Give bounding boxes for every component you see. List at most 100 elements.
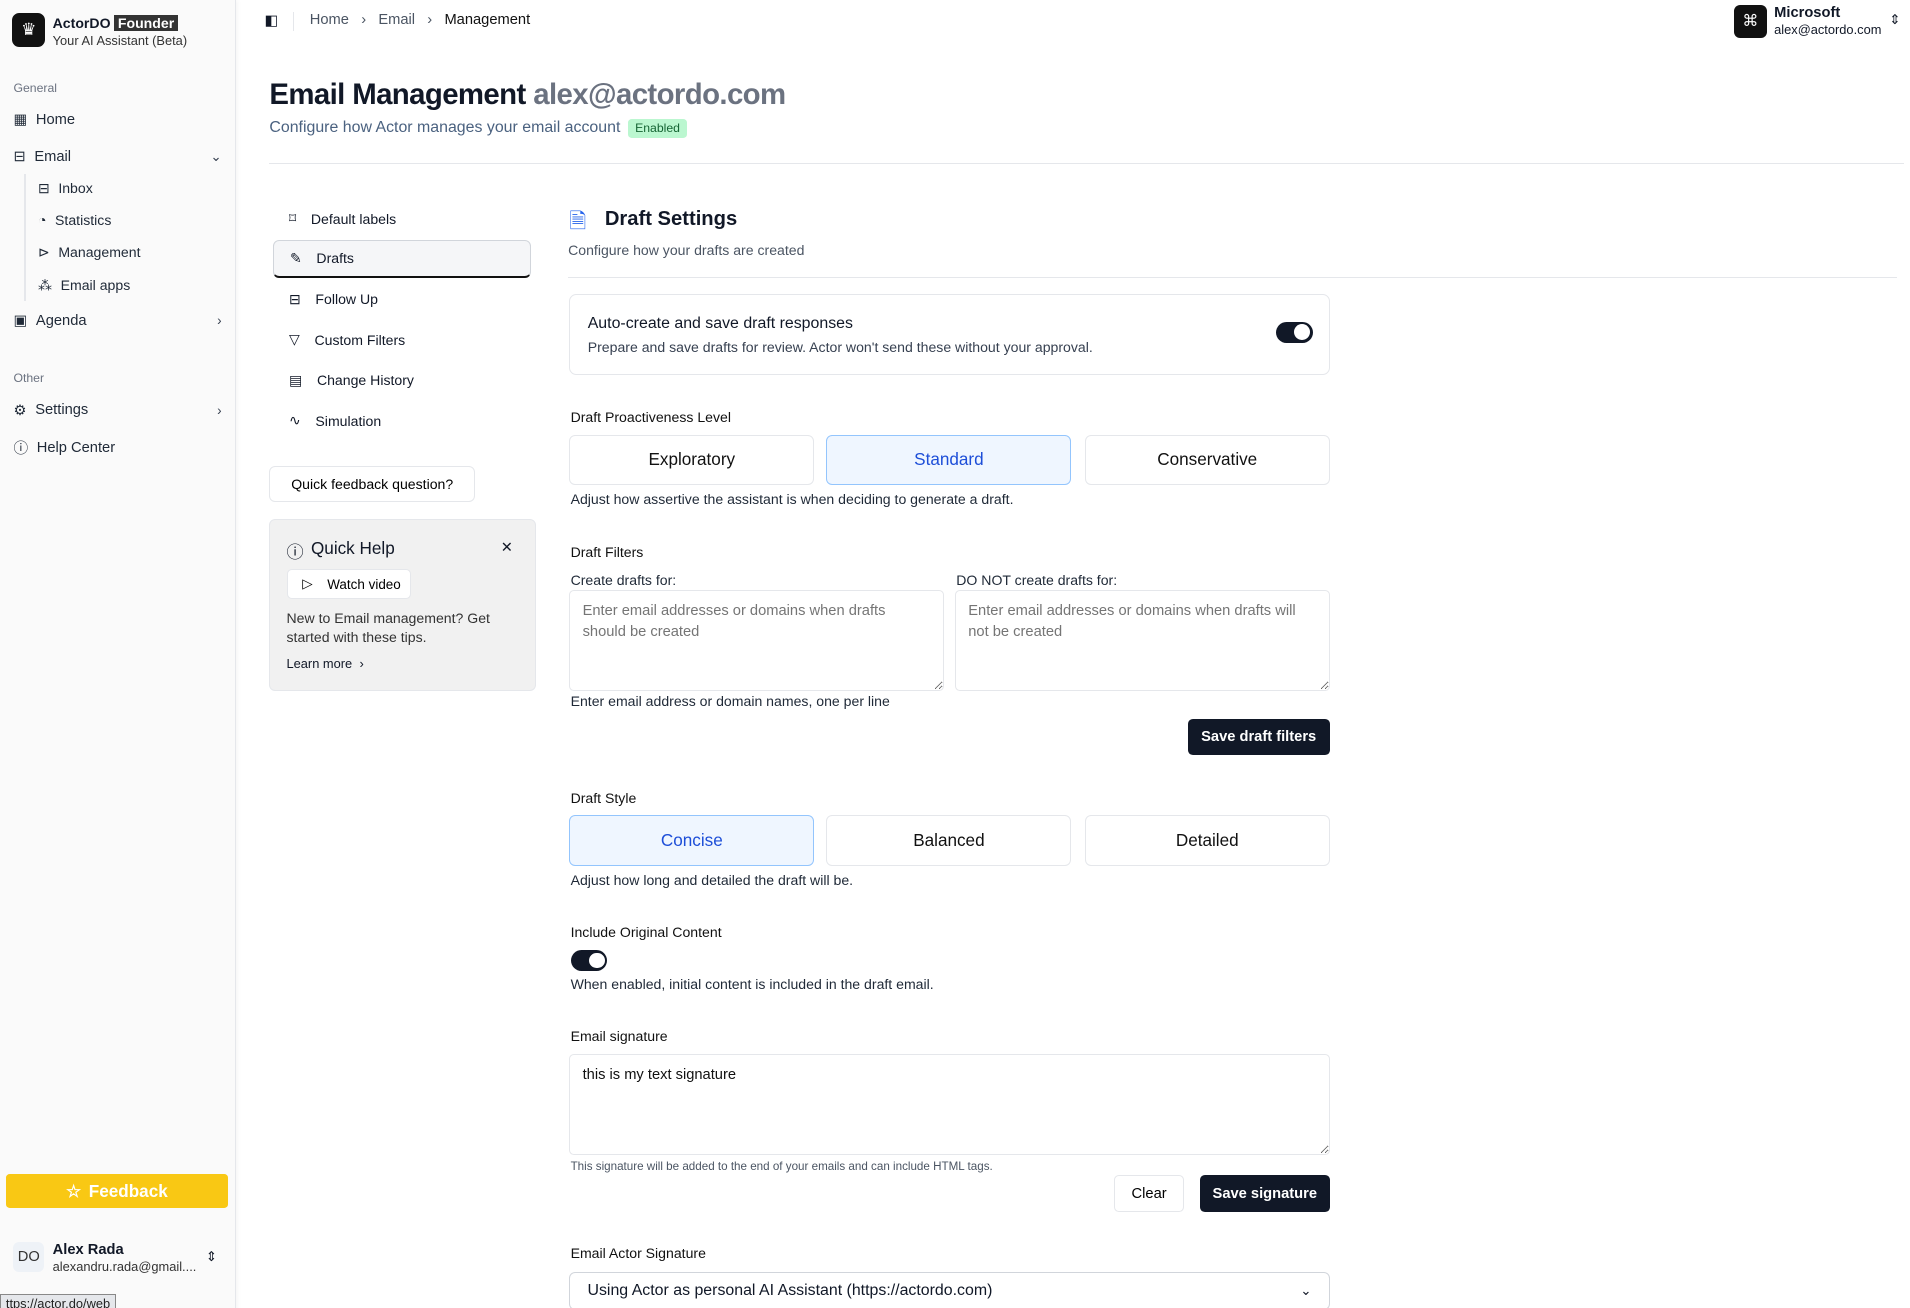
command-icon[interactable]: ⌘ bbox=[1733, 4, 1767, 38]
chevron-down-icon: ⌄ bbox=[1300, 1283, 1312, 1299]
page-title: Email Management alex@actordo.com bbox=[269, 78, 786, 112]
sidebar-item-settings[interactable]: ⚙ Settings › bbox=[13, 402, 221, 419]
plan-badge: Founder bbox=[114, 14, 178, 31]
label: Custom Filters bbox=[314, 331, 406, 348]
sidebar-item-home[interactable]: ▦ Home bbox=[13, 111, 221, 129]
settings-nav-simulation[interactable]: ∿ Simulation bbox=[273, 402, 531, 440]
not-create-drafts-input[interactable] bbox=[955, 590, 1330, 691]
feedback-button[interactable]: ☆ Feedback bbox=[6, 1174, 228, 1209]
quick-help-text: New to Email management? Get started wit… bbox=[286, 609, 490, 646]
auto-create-title: Auto-create and save draft responses bbox=[587, 314, 853, 332]
quick-help-title: ⓘ Quick Help bbox=[287, 538, 395, 563]
section-subtitle: Configure how your drafts are created bbox=[568, 242, 805, 259]
chevrons-updown-icon[interactable]: ⇕ bbox=[206, 1249, 217, 1265]
label: Help Center bbox=[36, 439, 116, 456]
label: Management bbox=[58, 244, 141, 261]
auto-create-toggle[interactable] bbox=[1275, 322, 1313, 343]
sidebar-item-inbox[interactable]: ⊟ Inbox bbox=[38, 180, 93, 197]
sidebar bbox=[0, 0, 237, 1308]
chevron-right-icon: › bbox=[427, 12, 433, 29]
sidebar-toggle-icon[interactable]: ◧ bbox=[264, 12, 278, 29]
calendar-icon: ▣ bbox=[13, 313, 28, 330]
account-email[interactable]: alex@actordo.com bbox=[1774, 22, 1881, 37]
breadcrumb-email[interactable]: Email bbox=[378, 12, 415, 28]
watch-video-button[interactable]: ▷ Watch video bbox=[286, 569, 412, 599]
email-signature-input[interactable]: this is my text signature bbox=[569, 1054, 1330, 1155]
avatar[interactable]: DO bbox=[13, 1241, 45, 1273]
label: Change History bbox=[316, 372, 414, 389]
breadcrumb-home[interactable]: Home bbox=[310, 12, 349, 28]
divider bbox=[269, 162, 1904, 165]
filter-icon: ▽ bbox=[288, 331, 300, 348]
filters-help: Enter email address or domain names, one… bbox=[570, 693, 890, 709]
draft-style-help: Adjust how long and detailed the draft w… bbox=[570, 871, 854, 888]
chevrons-updown-icon[interactable]: ⇕ bbox=[1889, 12, 1900, 28]
label: Drafts bbox=[316, 250, 354, 267]
create-drafts-label: Create drafts for: bbox=[570, 571, 677, 588]
include-original-toggle[interactable] bbox=[570, 950, 608, 971]
proactiveness-label: Draft Proactiveness Level bbox=[570, 408, 731, 425]
title-email: alex@actordo.com bbox=[533, 78, 786, 112]
label: Settings bbox=[35, 402, 89, 419]
clear-button[interactable]: Clear bbox=[1114, 1175, 1184, 1213]
app-tagline: Your AI Assistant (Beta) bbox=[52, 33, 188, 49]
selected-value: Using Actor as personal AI Assistant (ht… bbox=[587, 1282, 993, 1300]
close-icon[interactable]: ✕ bbox=[501, 539, 513, 556]
document-icon: ▤ bbox=[288, 371, 303, 388]
label: Feedback bbox=[88, 1180, 168, 1201]
sidebar-item-email[interactable]: ⊟ Email ⌄ bbox=[13, 148, 222, 166]
settings-nav-change-history[interactable]: ▤ Change History bbox=[273, 361, 531, 399]
auto-create-desc: Prepare and save drafts for review. Acto… bbox=[587, 339, 1093, 356]
option-standard[interactable]: Standard bbox=[826, 434, 1072, 485]
tags-icon: ⊳ bbox=[37, 243, 50, 260]
sidebar-item-agenda[interactable]: ▣ Agenda › bbox=[13, 312, 222, 330]
signature-help: This signature will be added to the end … bbox=[570, 1159, 993, 1173]
draft-style-label: Draft Style bbox=[570, 789, 637, 806]
sidebar-item-statistics[interactable]: ◔ Statistics bbox=[38, 212, 111, 228]
actor-signature-select[interactable]: Using Actor as personal AI Assistant (ht… bbox=[569, 1272, 1330, 1308]
chevron-right-icon: › bbox=[217, 402, 222, 418]
sidebar-item-management[interactable]: ⊳ Management bbox=[38, 244, 141, 261]
auto-create-card bbox=[569, 293, 1330, 375]
quick-feedback-button[interactable]: Quick feedback question? bbox=[269, 466, 476, 502]
label: Watch video bbox=[327, 576, 401, 592]
settings-nav-default-labels[interactable]: ⌑ Default labels bbox=[273, 200, 531, 238]
inbox-icon: ⊟ bbox=[13, 149, 26, 166]
settings-nav-drafts[interactable]: ✎ Drafts bbox=[273, 239, 532, 278]
option-concise[interactable]: Concise bbox=[569, 815, 815, 866]
label: Default labels bbox=[310, 210, 397, 227]
divider bbox=[24, 173, 26, 302]
divider bbox=[292, 12, 294, 31]
option-conservative[interactable]: Conservative bbox=[1084, 434, 1330, 485]
option-exploratory[interactable]: Exploratory bbox=[569, 434, 815, 485]
sidebar-item-email-apps[interactable]: ⁂ Email apps bbox=[38, 277, 130, 294]
app-name: ActorDO Founder bbox=[52, 14, 178, 31]
chevron-right-icon: › bbox=[217, 313, 222, 329]
option-detailed[interactable]: Detailed bbox=[1084, 815, 1330, 866]
option-balanced[interactable]: Balanced bbox=[826, 815, 1072, 866]
label: Quick Help bbox=[310, 537, 395, 558]
section-general: General bbox=[13, 80, 57, 95]
settings-nav-custom-filters[interactable]: ▽ Custom Filters bbox=[273, 321, 531, 359]
label: Simulation bbox=[315, 412, 382, 429]
create-drafts-input[interactable] bbox=[569, 590, 944, 691]
breadcrumb: Home › Email › Management bbox=[310, 12, 530, 28]
learn-more-link[interactable]: Learn more › bbox=[287, 656, 364, 671]
label: Learn more bbox=[286, 656, 353, 672]
link-status-bar: ttps://actor.do/web bbox=[0, 1294, 117, 1308]
save-draft-filters-button[interactable]: Save draft filters bbox=[1187, 718, 1330, 756]
draft-filters-label: Draft Filters bbox=[570, 543, 644, 560]
title-text: Email Management bbox=[269, 78, 526, 112]
section-other: Other bbox=[13, 370, 45, 385]
save-signature-button[interactable]: Save signature bbox=[1199, 1175, 1330, 1213]
app-name-text: ActorDO bbox=[52, 14, 111, 31]
help-circle-icon: ⓘ bbox=[13, 441, 29, 458]
account-provider[interactable]: Microsoft bbox=[1774, 5, 1840, 21]
chevron-down-icon: ⌄ bbox=[210, 148, 222, 164]
chevron-right-icon: › bbox=[359, 656, 364, 672]
settings-nav-follow-up[interactable]: ⊟ Follow Up bbox=[273, 280, 531, 318]
label: Home bbox=[35, 111, 76, 128]
include-original-help: When enabled, initial content is include… bbox=[570, 975, 934, 992]
subtitle-text: Configure how Actor manages your email a… bbox=[269, 119, 621, 137]
sidebar-item-help[interactable]: ⓘ Help Center bbox=[13, 437, 221, 458]
